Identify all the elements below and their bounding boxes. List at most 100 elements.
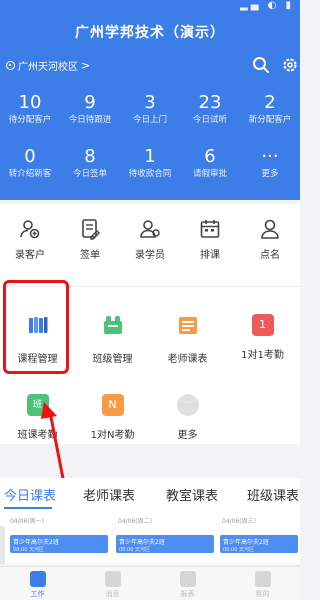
stat-leave-approval[interactable]: 6 请假审批 — [180, 146, 240, 200]
stat-label: 今日签单 — [72, 169, 107, 179]
app-label: 1对1考勤 — [241, 350, 284, 361]
contract-icon — [82, 219, 100, 240]
quick-contract-button[interactable]: 签单 — [60, 218, 120, 261]
stat-new-assigned[interactable]: 2 新分配客户 — [240, 92, 300, 146]
quick-action-label: 录学员 — [135, 250, 165, 261]
chart-icon — [179, 571, 196, 587]
event-title: 青少年高尔夫2班 — [119, 539, 165, 546]
schedule-tabs: 今日课表 老师课表 教室课表 班级课表 — [0, 478, 300, 512]
stat-label: 请假审批 — [192, 169, 227, 179]
message-icon — [104, 571, 121, 587]
stat-value: 8 — [84, 146, 96, 167]
nav-work[interactable]: 工作 — [0, 567, 75, 600]
event-time: 08:00 天河区 — [223, 547, 254, 553]
quick-actions: 录客户 签单 录学员 排课 点名 — [0, 218, 300, 261]
stat-value: 2 — [264, 92, 276, 113]
event-time: 08:00 天河区 — [119, 547, 150, 553]
gear-icon[interactable] — [281, 56, 299, 74]
chevron-right-icon: > — [81, 59, 91, 72]
stat-trials-today[interactable]: 23 今日试听 — [180, 92, 240, 146]
stat-label: 待分配客户 — [8, 115, 52, 125]
user-icon — [254, 571, 271, 587]
quick-add-student-button[interactable]: 录学员 — [120, 218, 180, 261]
tab-today-schedule[interactable]: 今日课表 — [4, 485, 56, 504]
tab-teacher-schedule[interactable]: 老师课表 — [83, 485, 135, 504]
campus-switcher[interactable]: 广州天河校区 > — [6, 58, 90, 73]
stat-label: 新分配客户 — [248, 115, 292, 125]
app-label: 班级管理 — [92, 354, 133, 365]
event-title: 青少年高尔夫2班 — [13, 539, 59, 546]
quick-action-label: 录客户 — [15, 250, 45, 261]
app-one-to-one-attendance[interactable]: 1 1对1考勤 — [225, 308, 300, 388]
more-apps-icon: ··· — [176, 394, 199, 416]
stat-value: 0 — [24, 146, 36, 167]
nav-messages[interactable]: 消息 — [75, 567, 150, 600]
stat-label: 今日上门 — [132, 115, 167, 125]
stat-signed-today[interactable]: 8 今日签单 — [60, 146, 120, 200]
header: ▂▄ ◐ ▮ 广州学邦技术（演示） 广州天河校区 > 10 待分配客户 9 今日待跟… — [0, 0, 300, 200]
quick-add-customer-button[interactable]: 录客户 — [0, 218, 60, 261]
add-customer-icon — [20, 220, 40, 239]
campus-name: 广州天河校区 — [18, 62, 78, 73]
stat-pending-payment[interactable]: 1 待收款合同 — [120, 146, 180, 200]
stat-visits-today[interactable]: 3 今日上门 — [120, 92, 180, 146]
nav-label: 工作 — [30, 590, 45, 598]
stat-value: 1 — [144, 146, 156, 167]
app-label: 更多 — [177, 430, 198, 441]
stat-label: 更多 — [261, 169, 279, 179]
stat-value: 23 — [198, 92, 222, 113]
bottom-nav: 工作 消息 报表 我的 — [0, 566, 300, 600]
stat-referrals[interactable]: 0 转介绍新客 — [0, 146, 60, 200]
schedule-event[interactable]: 青少年高尔夫2班 08:00 天河区 — [220, 535, 298, 553]
time-column — [0, 526, 5, 564]
teacher-schedule-icon — [178, 317, 197, 334]
roll-call-icon — [261, 219, 279, 239]
location-icon — [6, 61, 15, 70]
quick-roll-call-button[interactable]: 点名 — [240, 218, 300, 261]
nav-profile[interactable]: 我的 — [225, 567, 300, 600]
quick-schedule-button[interactable]: 排课 — [180, 218, 240, 261]
stat-value: ··· — [261, 146, 279, 167]
grid-icon — [29, 571, 46, 587]
stat-label: 今日待跟进 — [68, 115, 112, 125]
event-title: 青少年高尔夫2班 — [223, 539, 269, 546]
tab-class-schedule[interactable]: 班级课表 — [247, 485, 299, 504]
day-label: 04/06(周二) — [118, 518, 152, 525]
quick-action-label: 排课 — [200, 250, 220, 261]
event-time: 08:00 天河区 — [13, 547, 44, 553]
app-more[interactable]: ··· 更多 — [150, 388, 225, 468]
stat-value: 9 — [84, 92, 96, 113]
schedule-event[interactable]: 青少年高尔夫2班 08:00 天河区 — [10, 535, 108, 553]
active-tab-indicator — [4, 507, 52, 509]
quick-action-label: 点名 — [260, 250, 280, 261]
day-label: 04/06(周三) — [222, 518, 256, 525]
stats-row: 0 转介绍新客 8 今日签单 1 待收款合同 6 请假审批 ··· 更多 — [0, 146, 300, 200]
stat-value: 10 — [18, 92, 42, 113]
stat-pending-assign[interactable]: 10 待分配客户 — [0, 92, 60, 146]
stats-panel: 10 待分配客户 9 今日待跟进 3 今日上门 23 今日试听 2 新分配客户 0 转介绍新… — [0, 92, 300, 200]
stat-value: 3 — [144, 92, 156, 113]
app-teacher-schedule[interactable]: 老师课表 — [150, 308, 225, 388]
stat-followup-today[interactable]: 9 今日待跟进 — [60, 92, 120, 146]
status-icons: ▂▄ ◐ ▮ — [240, 0, 294, 11]
schedule-preview: 04/06(周一) 04/06(周二) 04/06(周三) 青少年高尔夫2班 0… — [0, 512, 300, 564]
one-to-one-icon: 1 — [251, 314, 274, 336]
search-icon[interactable] — [252, 56, 270, 74]
status-bar: ▂▄ ◐ ▮ — [0, 0, 300, 14]
highlight-box — [3, 280, 69, 374]
quick-action-label: 签单 — [80, 250, 100, 261]
nav-reports[interactable]: 报表 — [150, 567, 225, 600]
tab-classroom-schedule[interactable]: 教室课表 — [166, 485, 218, 504]
schedule-event[interactable]: 青少年高尔夫2班 08:00 天河区 — [116, 535, 214, 553]
stat-more[interactable]: ··· 更多 — [240, 146, 300, 200]
day-label: 04/06(周一) — [10, 518, 44, 525]
add-student-icon — [140, 220, 160, 238]
schedule-icon — [200, 220, 220, 238]
app-label: 老师课表 — [167, 354, 208, 365]
nav-label: 报表 — [180, 590, 195, 598]
app-class-management[interactable]: 班级管理 — [75, 308, 150, 388]
nav-label: 消息 — [105, 590, 120, 598]
app-title: 广州学邦技术（演示） — [75, 25, 225, 41]
stat-label: 转介绍新客 — [8, 169, 52, 179]
stat-value: 6 — [204, 146, 216, 167]
